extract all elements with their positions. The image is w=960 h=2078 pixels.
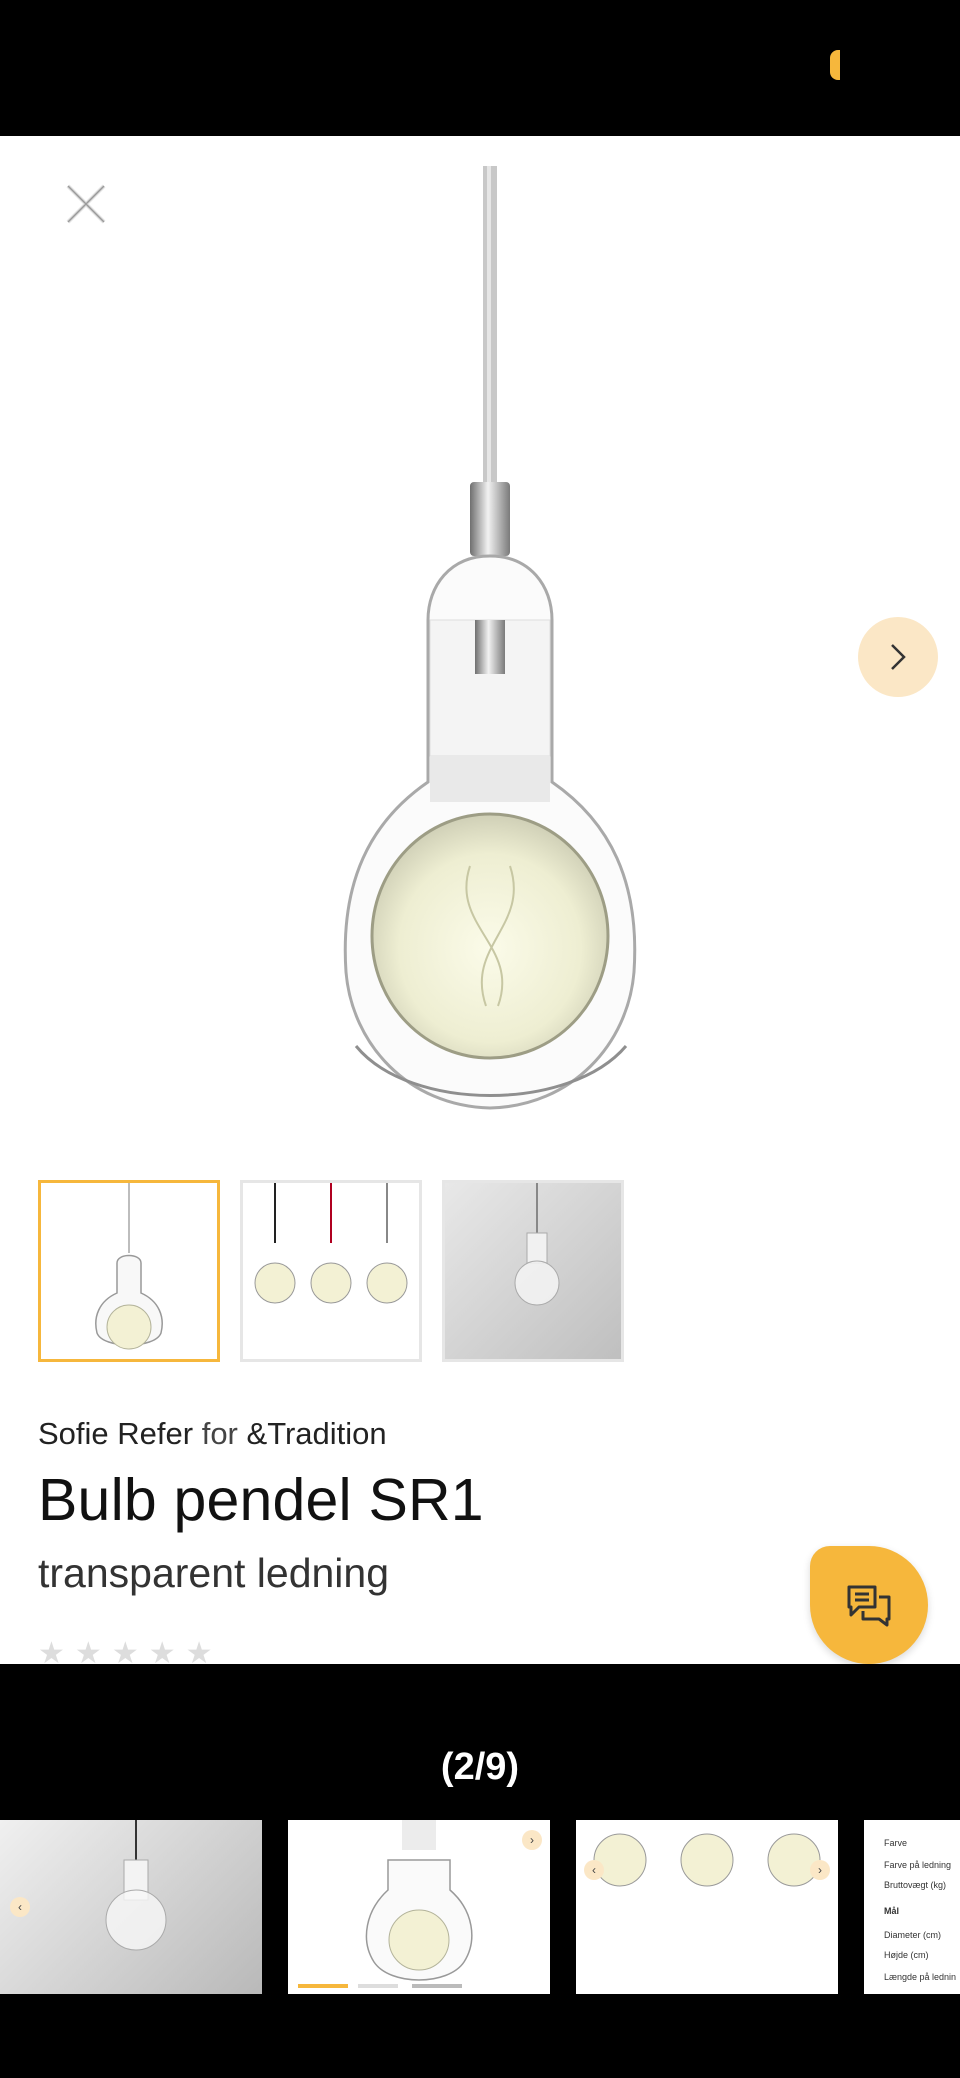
chat-icon <box>847 1585 891 1627</box>
notification-indicator <box>830 50 840 80</box>
product-variant: transparent ledning <box>38 1550 390 1596</box>
filmstrip-item-2[interactable]: › <box>288 1820 550 1994</box>
spec-line: Bruttovægt (kg) <box>884 1880 947 1890</box>
chevron-right-icon: › <box>810 1860 830 1880</box>
star-icon: ★ <box>38 1637 65 1664</box>
next-image-button[interactable] <box>858 617 938 697</box>
star-icon: ★ <box>185 1637 213 1664</box>
close-button[interactable] <box>58 176 114 232</box>
thumbnail-1-image <box>95 1183 163 1350</box>
filmstrip-item-3-image <box>593 1833 821 1887</box>
brand-name[interactable]: &Tradition <box>247 1416 387 1451</box>
thumbnail-strip <box>38 1180 624 1362</box>
chevron-left-icon: ‹ <box>584 1860 604 1880</box>
product-title: Bulb pendel SR1 <box>38 1467 484 1533</box>
star-icon: ★ <box>74 1637 102 1664</box>
rating-stars[interactable]: ★ ★ ★ ★ ★ <box>38 1636 213 1664</box>
chat-button[interactable] <box>810 1546 928 1664</box>
spec-line: Længde på lednin <box>884 1972 957 1982</box>
spec-heading: Mål <box>884 1906 900 1916</box>
thumbnail-2[interactable] <box>240 1180 422 1362</box>
chevron-left-icon: ‹ <box>10 1897 30 1917</box>
product-screenshot: Sofie Refer for &Tradition Bulb pendel S… <box>0 136 960 1664</box>
for-word: for <box>201 1416 238 1451</box>
chevron-right-icon <box>891 644 906 670</box>
filmstrip-item-1-image <box>105 1820 167 1951</box>
designer-brand-line: Sofie Refer for &Tradition <box>38 1416 387 1452</box>
filmstrip-item-4[interactable]: Farve Farve på ledning Bruttovægt (kg) M… <box>864 1820 960 1994</box>
thumbnail-3-image <box>514 1183 560 1306</box>
close-icon <box>66 184 106 224</box>
star-icon: ★ <box>111 1637 139 1664</box>
gallery-counter: (2/9) <box>440 1746 520 1788</box>
filmstrip-item-1[interactable]: ‹ <box>0 1820 262 1994</box>
status-bar <box>0 0 960 136</box>
spec-line: Farve på ledning <box>884 1860 952 1870</box>
spec-line: Højde (cm) <box>884 1950 929 1960</box>
thumbnail-2-image <box>254 1183 408 1304</box>
spec-line: Farve <box>884 1838 908 1848</box>
thumbnail-3[interactable] <box>442 1180 624 1362</box>
thumbnail-1[interactable] <box>38 1180 220 1362</box>
filmstrip-item-2-image <box>298 1820 473 1988</box>
product-main-image <box>343 166 637 1110</box>
star-icon: ★ <box>148 1637 176 1664</box>
filmstrip-item-3[interactable]: ‹ › <box>576 1820 838 1994</box>
gallery-filmstrip[interactable]: ‹ › ‹ › Farve Farve på ledning Bruttovæg… <box>0 1820 960 1994</box>
designer-name[interactable]: Sofie Refer <box>38 1416 193 1451</box>
chevron-right-icon: › <box>522 1830 542 1850</box>
spec-line: Diameter (cm) <box>884 1930 942 1940</box>
